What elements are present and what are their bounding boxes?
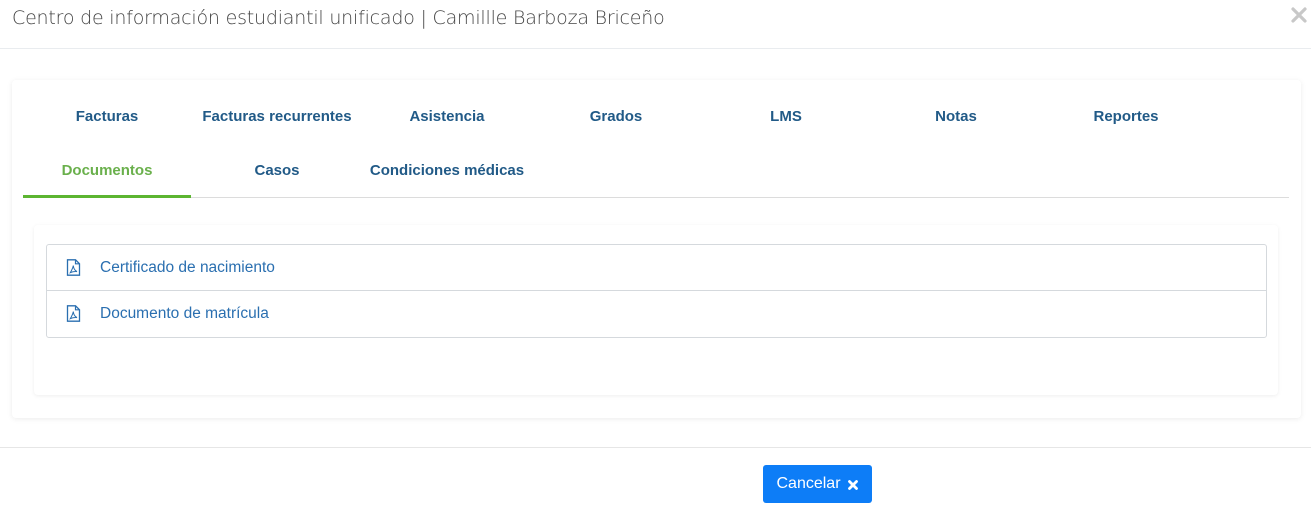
tab-condiciones-medicas[interactable]: Condiciones médicas: [362, 162, 532, 179]
footer-divider: [0, 447, 1311, 448]
file-pdf-icon: [66, 305, 81, 322]
modal-title: Centro de información estudiantil unific…: [12, 7, 665, 29]
document-link[interactable]: Documento de matrícula: [100, 305, 269, 323]
active-tab-indicator: [23, 195, 191, 198]
list-item: Certificado de nacimiento: [47, 245, 1266, 291]
tab-casos[interactable]: Casos: [232, 162, 322, 179]
tab-documentos[interactable]: Documentos: [23, 162, 191, 179]
tab-asistencia[interactable]: Asistencia: [402, 108, 492, 125]
document-list: Certificado de nacimiento Documento de m…: [46, 244, 1267, 338]
tab-lms[interactable]: LMS: [741, 108, 831, 125]
close-icon[interactable]: [1289, 5, 1309, 25]
cancel-button[interactable]: Cancelar: [763, 465, 872, 503]
document-link[interactable]: Certificado de nacimiento: [100, 259, 275, 277]
list-item: Documento de matrícula: [47, 291, 1266, 337]
file-pdf-icon: [66, 259, 81, 276]
cancel-button-label: Cancelar: [776, 475, 841, 492]
tab-grados[interactable]: Grados: [571, 108, 661, 125]
tab-facturas-recurrentes[interactable]: Facturas recurrentes: [197, 108, 357, 125]
tab-notas[interactable]: Notas: [911, 108, 1001, 125]
times-icon: [847, 478, 859, 490]
tab-reportes[interactable]: Reportes: [1081, 108, 1171, 125]
tab-facturas[interactable]: Facturas: [62, 108, 152, 125]
modal-header: Centro de información estudiantil unific…: [0, 0, 1311, 49]
tabs-divider: [23, 197, 1289, 198]
